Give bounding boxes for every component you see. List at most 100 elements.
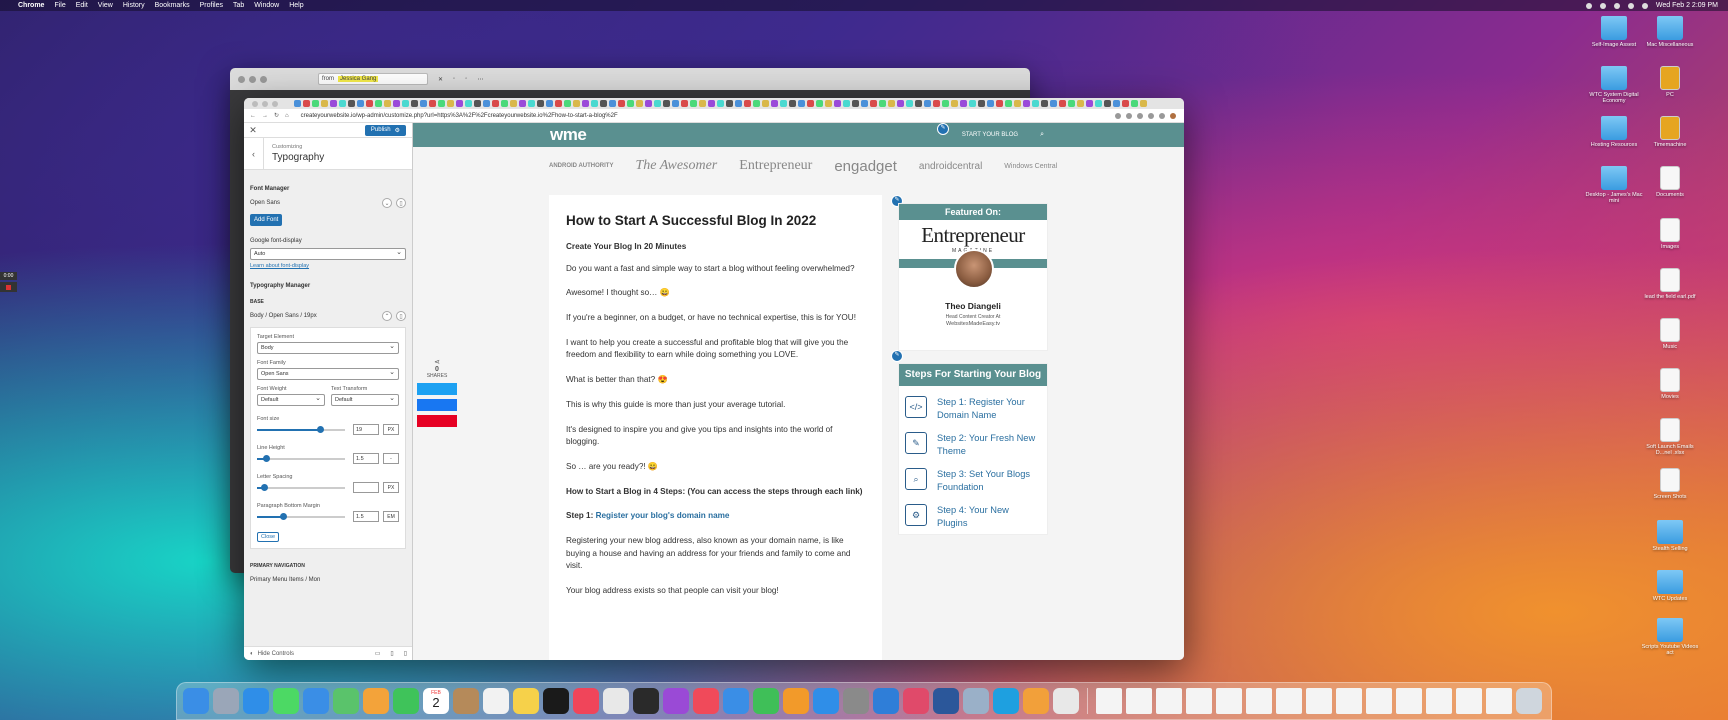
pinned-tab[interactable] xyxy=(582,100,589,107)
pinned-tab[interactable] xyxy=(906,100,913,107)
hide-controls-icon[interactable]: ◐ xyxy=(250,651,254,657)
skype-icon[interactable] xyxy=(993,688,1019,714)
minimized-window-icon[interactable] xyxy=(1456,688,1482,714)
target-element-select[interactable]: Body xyxy=(257,342,399,354)
edit-shortcut-icon[interactable]: ✎ xyxy=(937,123,949,135)
pinned-tab[interactable] xyxy=(429,100,436,107)
minimized-window-icon[interactable] xyxy=(1306,688,1332,714)
pinned-tab[interactable] xyxy=(1095,100,1102,107)
menu-tab[interactable]: Tab xyxy=(233,2,244,9)
pinned-tab[interactable] xyxy=(915,100,922,107)
clock[interactable]: Wed Feb 2 2:09 PM xyxy=(1656,2,1718,9)
step-link[interactable]: Step 2: Your Fresh New Theme xyxy=(937,432,1041,458)
desktop-icon[interactable]: Scripts Youtube Videos act xyxy=(1640,618,1700,656)
safari-icon[interactable] xyxy=(243,688,269,714)
pinned-tab[interactable] xyxy=(996,100,1003,107)
pinned-tab[interactable] xyxy=(924,100,931,107)
minimized-window-icon[interactable] xyxy=(1126,688,1152,714)
nav-start-your-blog[interactable]: START YOUR BLOG xyxy=(962,132,1018,138)
step-link[interactable]: Step 1: Register Your Domain Name xyxy=(937,396,1041,422)
pinned-tab[interactable] xyxy=(861,100,868,107)
minimized-window-icon[interactable] xyxy=(1366,688,1392,714)
line-height-slider[interactable] xyxy=(257,454,345,462)
garageband-icon[interactable] xyxy=(1023,688,1049,714)
trash-icon[interactable]: ▯ xyxy=(396,198,406,208)
pinned-tab[interactable] xyxy=(780,100,787,107)
pinned-tab[interactable] xyxy=(501,100,508,107)
pinned-tab[interactable] xyxy=(591,100,598,107)
minimized-window-icon[interactable] xyxy=(1276,688,1302,714)
pinned-tab[interactable] xyxy=(789,100,796,107)
pinned-tab[interactable] xyxy=(699,100,706,107)
back-icon[interactable]: ← xyxy=(250,113,256,119)
minimized-window-icon[interactable] xyxy=(1396,688,1422,714)
pinned-tab[interactable] xyxy=(294,100,301,107)
font-family-select[interactable]: Open Sans xyxy=(257,368,399,380)
pinned-tab[interactable] xyxy=(510,100,517,107)
gear-icon[interactable]: ⚙ xyxy=(395,127,400,134)
status-icon[interactable] xyxy=(1585,2,1592,9)
pinned-tab[interactable] xyxy=(843,100,850,107)
pinned-tab[interactable] xyxy=(330,100,337,107)
font-size-input[interactable]: 19 xyxy=(353,424,379,435)
pinned-tab[interactable] xyxy=(474,100,481,107)
font-size-slider[interactable] xyxy=(257,425,345,433)
pinned-tab[interactable] xyxy=(708,100,715,107)
letter-spacing-input[interactable] xyxy=(353,482,379,493)
trash-icon[interactable] xyxy=(1516,688,1542,714)
pinned-tab[interactable] xyxy=(888,100,895,107)
pinned-tab[interactable] xyxy=(672,100,679,107)
desktop-icon[interactable]: Hosting Resources xyxy=(1584,116,1644,148)
trash-icon[interactable]: ▯ xyxy=(396,311,406,321)
toolbar-icon[interactable]: ◦ xyxy=(465,76,467,82)
hide-controls-label[interactable]: Hide Controls xyxy=(258,651,294,657)
pinned-tab[interactable] xyxy=(807,100,814,107)
facebook-share-button[interactable] xyxy=(417,399,457,411)
letter-spacing-unit[interactable]: PX xyxy=(383,482,399,493)
status-icon[interactable] xyxy=(1599,2,1606,9)
site-logo[interactable]: wme xyxy=(550,125,587,145)
extension-icon[interactable] xyxy=(1137,112,1143,119)
extension-icon[interactable] xyxy=(1115,112,1121,119)
pinned-tab[interactable] xyxy=(681,100,688,107)
calendar-icon[interactable]: FEB 2 xyxy=(423,688,449,714)
photos-icon[interactable] xyxy=(363,688,389,714)
pinned-tab[interactable] xyxy=(600,100,607,107)
pinned-tab[interactable] xyxy=(969,100,976,107)
reminders-icon[interactable] xyxy=(483,688,509,714)
finder-icon[interactable] xyxy=(183,688,209,714)
desktop-icon[interactable]: WTC Updates xyxy=(1640,570,1700,602)
pinned-tab[interactable] xyxy=(438,100,445,107)
add-font-button[interactable]: Add Font xyxy=(250,214,283,226)
pinned-tab[interactable] xyxy=(870,100,877,107)
desktop-icon[interactable]: Images xyxy=(1640,218,1700,250)
desktop-icon[interactable]: Timemachine xyxy=(1640,116,1700,148)
menu-profiles[interactable]: Profiles xyxy=(200,2,223,9)
pinned-tab[interactable] xyxy=(834,100,841,107)
home-icon[interactable]: ⌂ xyxy=(285,113,289,119)
pinned-tab[interactable] xyxy=(546,100,553,107)
menu-view[interactable]: View xyxy=(98,2,113,9)
pinned-tab[interactable] xyxy=(1113,100,1120,107)
pinned-tab[interactable] xyxy=(492,100,499,107)
pinned-tab[interactable] xyxy=(1059,100,1066,107)
pinned-tab[interactable] xyxy=(717,100,724,107)
news-icon[interactable] xyxy=(693,688,719,714)
pinned-tab[interactable] xyxy=(798,100,805,107)
pinned-tab[interactable] xyxy=(393,100,400,107)
toolbar-icon[interactable]: ◦ xyxy=(453,76,455,82)
font-size-unit[interactable]: PX xyxy=(383,424,399,435)
minimized-window-icon[interactable] xyxy=(1486,688,1512,714)
menu-edit[interactable]: Edit xyxy=(76,2,88,9)
pinned-tab[interactable] xyxy=(825,100,832,107)
extension-icon[interactable] xyxy=(1126,112,1132,119)
menu-help[interactable]: Help xyxy=(289,2,303,9)
pinned-tab[interactable] xyxy=(339,100,346,107)
desktop-icon[interactable]: Mac Miscellaneous xyxy=(1640,16,1700,48)
pinned-tab[interactable] xyxy=(897,100,904,107)
appstore-icon[interactable] xyxy=(813,688,839,714)
text-transform-select[interactable]: Default xyxy=(331,394,399,406)
notes-icon[interactable] xyxy=(513,688,539,714)
desktop-icon[interactable]: Documents xyxy=(1640,166,1700,198)
slack-icon[interactable] xyxy=(1053,688,1079,714)
